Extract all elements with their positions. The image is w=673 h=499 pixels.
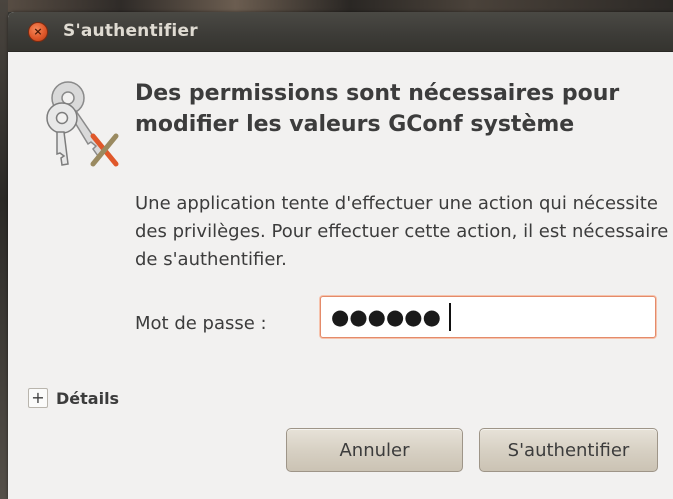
desktop-background-edge (0, 0, 8, 499)
password-value: ●●●●●● (331, 305, 441, 329)
window-title: S'authentifier (63, 21, 198, 41)
close-button[interactable]: × (28, 22, 48, 42)
expand-plus-icon: + (28, 388, 48, 408)
keys-icon (46, 81, 119, 167)
desktop-background (0, 0, 673, 12)
details-expander[interactable]: + Détails (28, 388, 119, 408)
password-field[interactable]: ●●●●●● (320, 296, 656, 338)
authenticate-button[interactable]: S'authentifier (479, 428, 658, 472)
password-label: Mot de passe : (135, 313, 267, 334)
dialog-heading: Des permissions sont nécessaires pour mo… (135, 81, 620, 137)
close-icon: × (33, 25, 43, 38)
cancel-button[interactable]: Annuler (286, 428, 463, 472)
text-caret (449, 303, 451, 331)
titlebar: × S'authentifier (8, 12, 673, 52)
dialog-message: Une application tente d'effectuer une ac… (135, 193, 669, 270)
auth-dialog: × S'authentifier Des permissions sont né… (8, 12, 673, 499)
details-label: Détails (56, 388, 120, 408)
